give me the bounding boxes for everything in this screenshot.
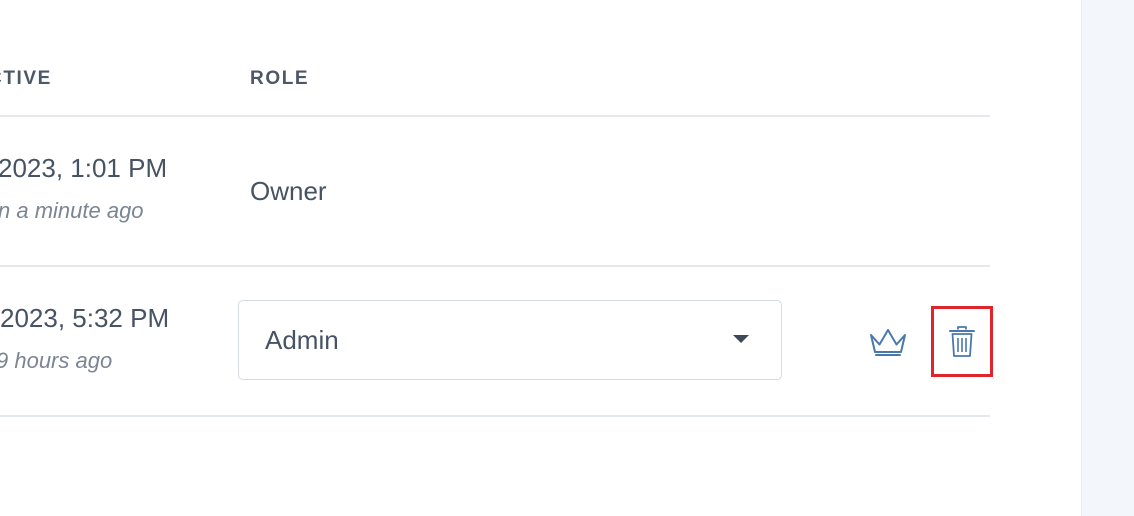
last-active-relative: 9 hours ago xyxy=(0,348,113,373)
last-active-date: 2023, 5:32 PM xyxy=(0,303,170,333)
make-owner-button[interactable] xyxy=(866,323,910,361)
row-divider xyxy=(0,415,990,417)
members-table: CTIVE ROLE 2023, 1:01 PM n a minute ago … xyxy=(0,0,1081,516)
role-select-value: Admin xyxy=(265,325,339,355)
column-header-role: ROLE xyxy=(250,68,310,89)
column-header-last-active: CTIVE xyxy=(0,68,52,89)
trash-icon xyxy=(949,325,975,357)
last-active-date: 2023, 1:01 PM xyxy=(0,153,168,183)
role-label: Owner xyxy=(250,176,327,206)
last-active-relative: n a minute ago xyxy=(0,198,144,223)
side-panel xyxy=(1081,0,1134,516)
chevron-down-icon xyxy=(733,335,749,343)
delete-member-button[interactable] xyxy=(931,306,993,377)
crown-icon xyxy=(870,329,906,356)
row-divider xyxy=(0,265,990,267)
role-select[interactable]: Admin xyxy=(238,300,782,380)
header-divider xyxy=(0,115,990,117)
